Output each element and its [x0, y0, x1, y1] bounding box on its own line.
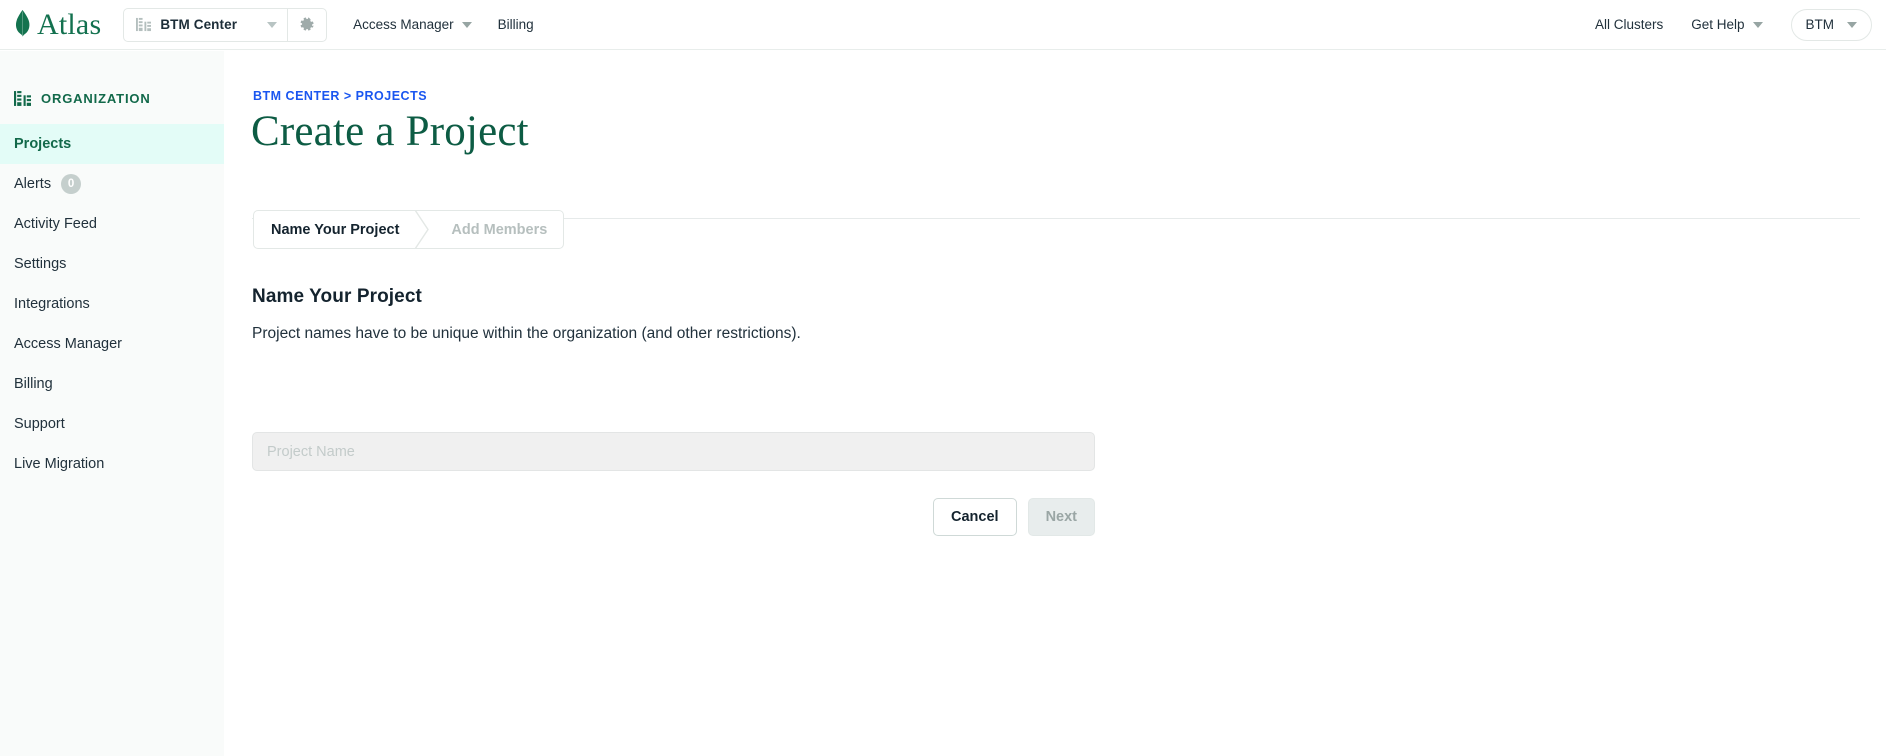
- sidebar-item-label: Live Migration: [14, 456, 105, 472]
- nav-link-label: Billing: [497, 17, 534, 32]
- nav-link-label: Access Manager: [353, 17, 454, 32]
- sidebar-item-billing[interactable]: Billing: [0, 364, 224, 404]
- chevron-right-separator-icon: [415, 211, 430, 248]
- page-title: Create a Project: [251, 108, 529, 155]
- top-navigation-right: All Clusters Get Help BTM: [1595, 8, 1872, 41]
- sidebar-item-integrations[interactable]: Integrations: [0, 284, 224, 324]
- organization-settings-button[interactable]: [288, 9, 326, 41]
- chevron-down-icon: [1847, 21, 1857, 28]
- sidebar-item-projects[interactable]: Projects: [0, 124, 224, 164]
- sidebar-item-label: Activity Feed: [14, 216, 97, 232]
- sidebar-item-access-manager[interactable]: Access Manager: [0, 324, 224, 364]
- top-navigation-bar: Atlas BTM Center Access Manager Billing …: [0, 0, 1886, 50]
- sidebar-item-activity-feed[interactable]: Activity Feed: [0, 204, 224, 244]
- section-description: Project names have to be unique within t…: [252, 325, 801, 342]
- sidebar-item-settings[interactable]: Settings: [0, 244, 224, 284]
- nav-link-label: All Clusters: [1594, 17, 1664, 32]
- sidebar-item-label: Projects: [14, 136, 72, 152]
- sidebar-item-label: Access Manager: [14, 336, 122, 352]
- mongodb-leaf-icon: [12, 9, 33, 40]
- sidebar: ORGANIZATION Projects Alerts 0 Activity …: [0, 51, 224, 756]
- sidebar-item-label: Billing: [14, 376, 53, 392]
- chevron-down-icon: [267, 21, 278, 28]
- sidebar-item-label: Alerts: [14, 176, 52, 192]
- nav-link-get-help[interactable]: Get Help: [1691, 17, 1763, 32]
- step-label: Add Members: [451, 221, 548, 238]
- sidebar-item-label: Support: [14, 416, 65, 432]
- chevron-down-icon: [461, 21, 472, 28]
- main-content: BTM CENTER > PROJECTS Create a Project N…: [224, 51, 1886, 756]
- organization-selector-main[interactable]: BTM Center: [124, 9, 287, 41]
- organization-name: BTM Center: [160, 17, 238, 32]
- nav-link-billing[interactable]: Billing: [498, 17, 534, 32]
- atlas-logo[interactable]: Atlas: [12, 7, 102, 41]
- user-menu-button[interactable]: BTM: [1790, 8, 1872, 41]
- building-icon: [136, 17, 160, 32]
- building-icon: [14, 90, 41, 107]
- sidebar-menu: Projects Alerts 0 Activity Feed Settings…: [0, 124, 224, 484]
- cancel-button[interactable]: Cancel: [933, 498, 1017, 536]
- wizard-stepper: Name Your Project Add Members: [253, 210, 565, 249]
- logo-text: Atlas: [37, 7, 102, 41]
- step-name-your-project[interactable]: Name Your Project: [254, 211, 415, 248]
- user-menu-label: BTM: [1805, 17, 1835, 32]
- alerts-count-badge: 0: [61, 174, 82, 194]
- project-name-input[interactable]: [252, 432, 1095, 471]
- nav-link-access-manager[interactable]: Access Manager: [353, 17, 472, 32]
- section-title: Name Your Project: [252, 286, 422, 307]
- step-label: Name Your Project: [271, 221, 400, 238]
- next-button[interactable]: Next: [1027, 498, 1095, 536]
- sidebar-section-header: ORGANIZATION: [0, 83, 224, 113]
- breadcrumb[interactable]: BTM CENTER > PROJECTS: [253, 89, 427, 103]
- form-actions: Cancel Next: [252, 498, 1095, 536]
- organization-selector[interactable]: BTM Center: [123, 7, 328, 42]
- chevron-down-icon: [1752, 21, 1763, 28]
- nav-link-all-clusters[interactable]: All Clusters: [1595, 17, 1663, 32]
- atlas-create-project-page: Atlas BTM Center Access Manager Billing …: [0, 0, 1886, 756]
- sidebar-item-label: Integrations: [14, 296, 90, 312]
- sidebar-item-label: Settings: [14, 256, 67, 272]
- step-add-members[interactable]: Add Members: [429, 211, 563, 248]
- sidebar-item-alerts[interactable]: Alerts 0: [0, 164, 224, 204]
- gear-icon: [299, 17, 315, 33]
- sidebar-item-support[interactable]: Support: [0, 404, 224, 444]
- sidebar-item-live-migration[interactable]: Live Migration: [0, 444, 224, 484]
- nav-link-label: Get Help: [1691, 17, 1745, 32]
- sidebar-section-title: ORGANIZATION: [41, 90, 151, 106]
